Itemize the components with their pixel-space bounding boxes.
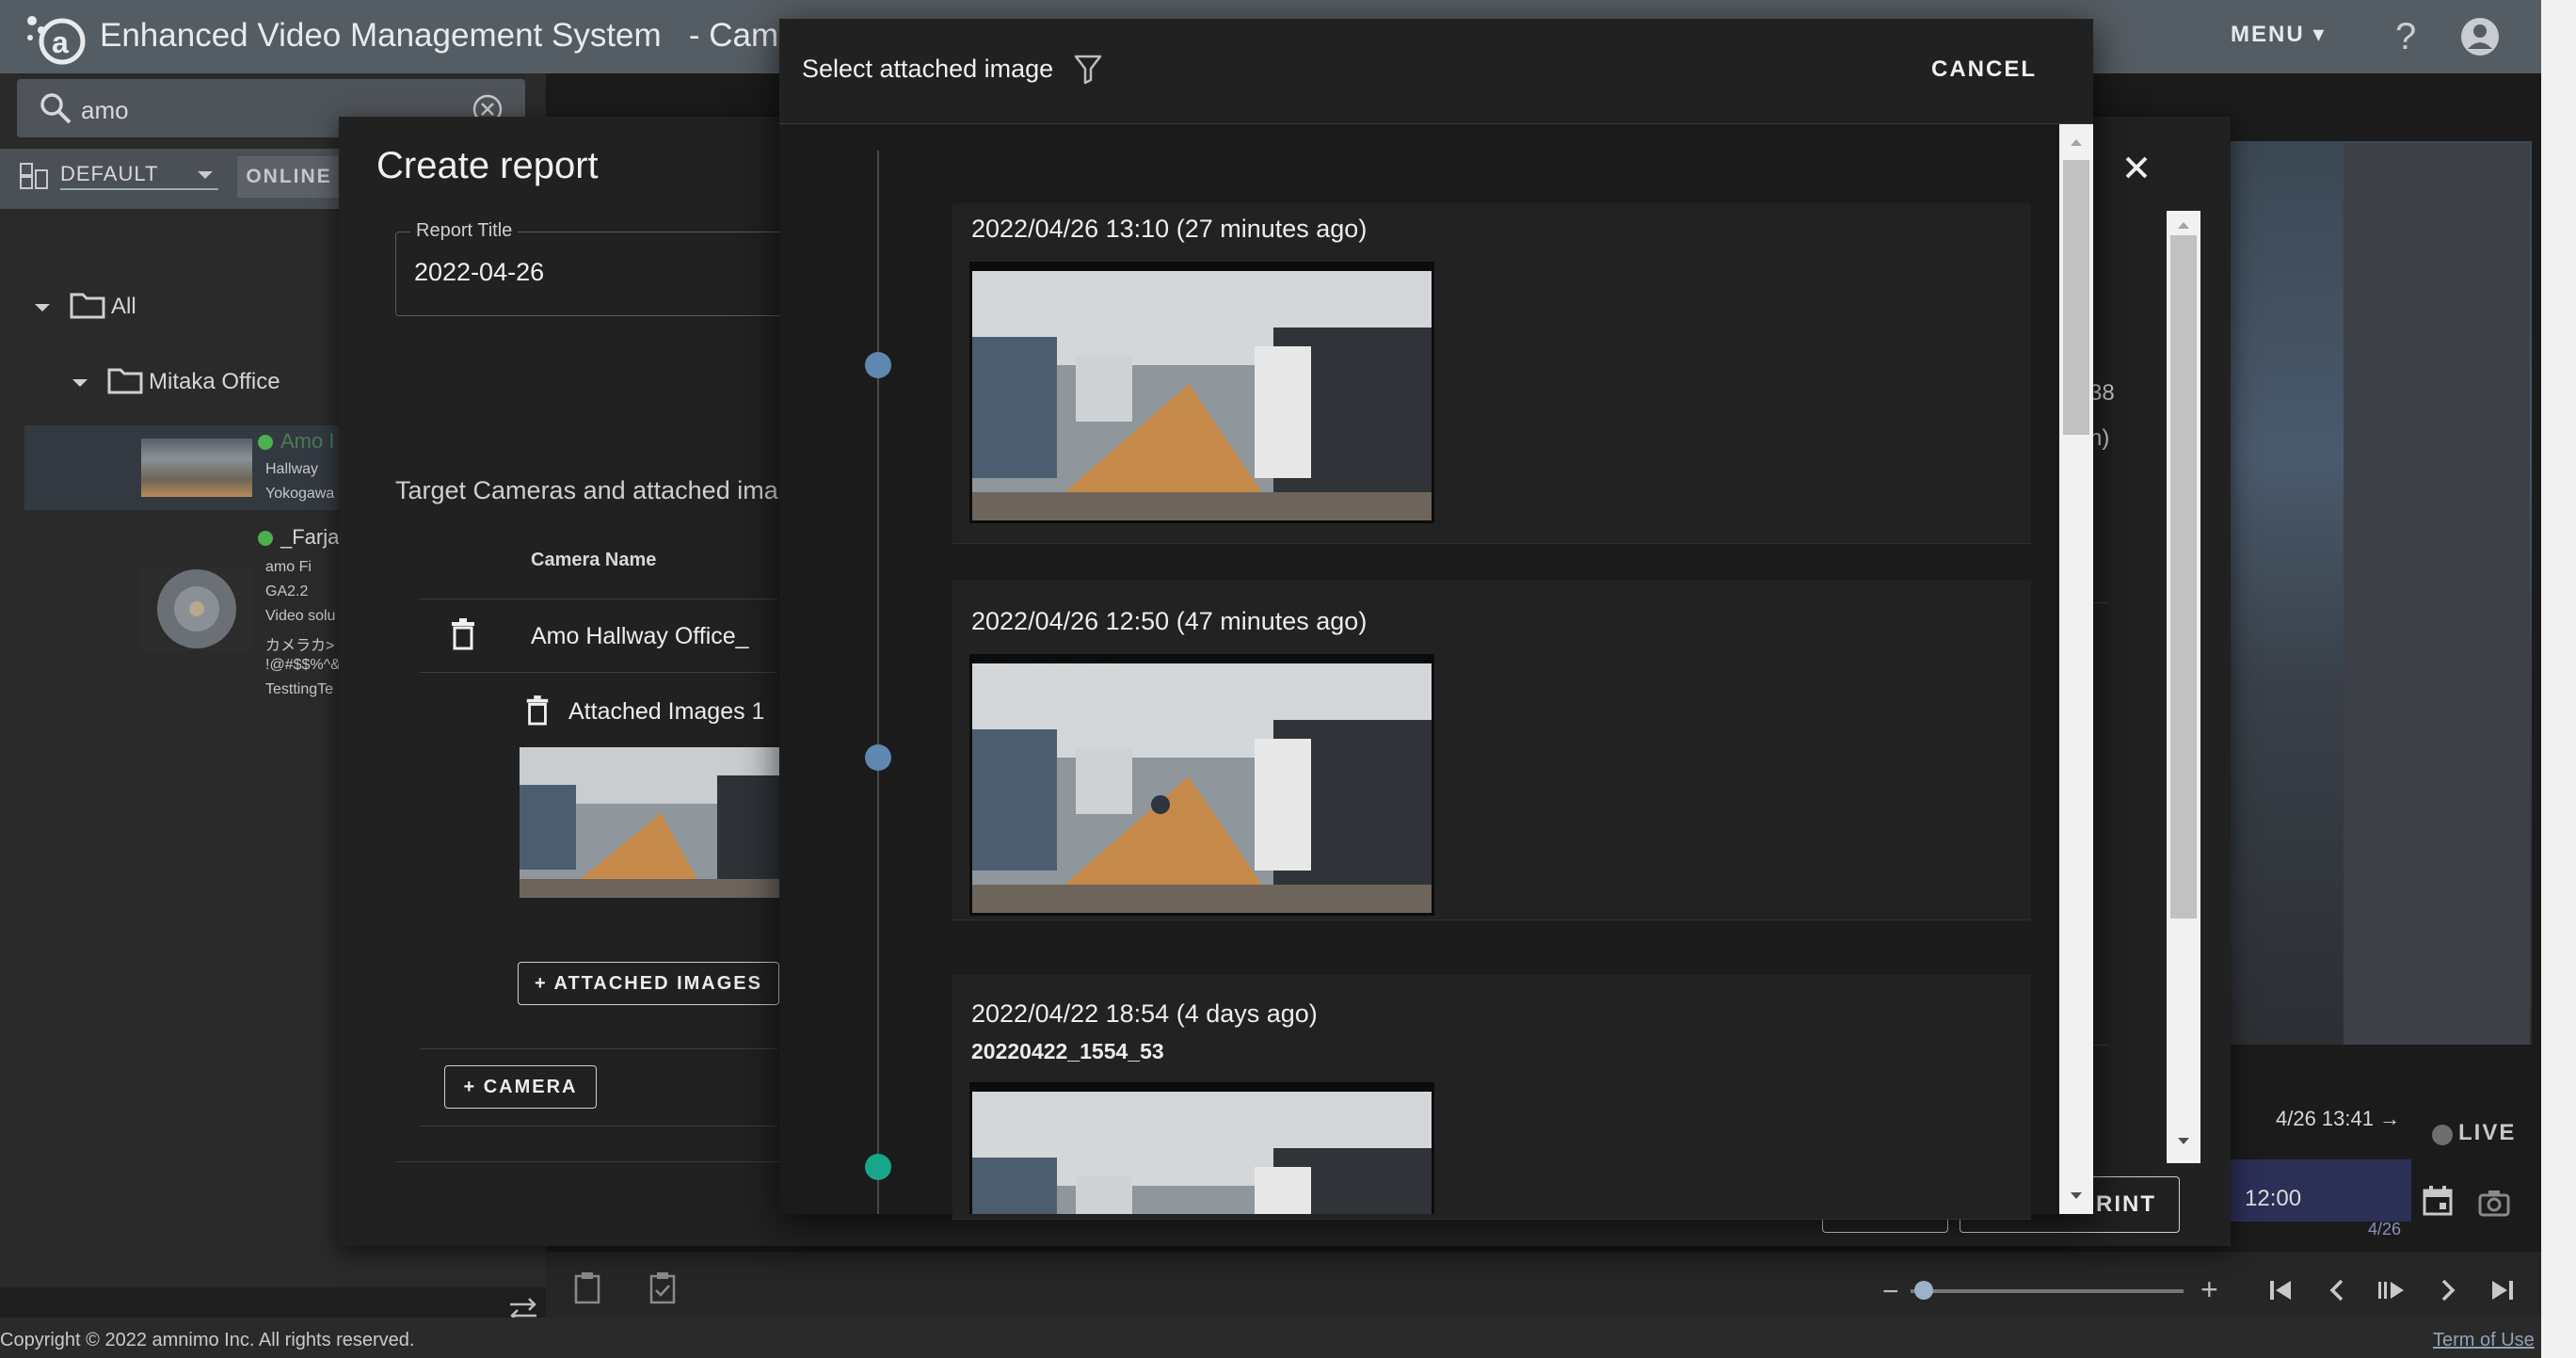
target-camera-name: Amo Hallway Office_: [531, 623, 749, 649]
zoom-in-button[interactable]: +: [2200, 1272, 2218, 1307]
office-camera-image: [972, 663, 1432, 913]
camera-name: Amo I: [280, 429, 335, 453]
online-status-dot: [258, 531, 273, 546]
timeline-bar[interactable]: [2200, 1159, 2411, 1222]
scroll-up-arrow-icon[interactable]: [2067, 136, 2086, 149]
snapshot-camera-icon[interactable]: [2477, 1188, 2511, 1218]
entry-image[interactable]: [969, 1082, 1434, 1214]
report-panel-title: Create report: [376, 145, 599, 186]
scroll-up-arrow-icon[interactable]: [2174, 218, 2193, 232]
timeline-dot: [865, 352, 891, 378]
entry-image-name: 20220422_1554_53: [971, 1039, 1164, 1063]
menu-button[interactable]: MENU ▾: [2231, 21, 2326, 48]
zoom-slider-track[interactable]: [1911, 1289, 2184, 1293]
clipboard-icon[interactable]: [570, 1270, 604, 1306]
search-input[interactable]: amo: [81, 96, 129, 125]
camera-name-column-header: Camera Name: [531, 550, 657, 570]
delete-camera-icon[interactable]: [448, 617, 478, 651]
add-attached-images-button[interactable]: + ATTACHED IMAGES: [518, 962, 779, 1005]
camera-meta: カメラカ>: [265, 638, 335, 654]
fisheye-camera-image: [157, 569, 236, 648]
camera-meta: GA2.2: [265, 583, 309, 599]
report-title-input[interactable]: 2022-04-26: [414, 258, 544, 287]
report-scrollbar-thumb[interactable]: [2170, 235, 2197, 919]
search-icon: [40, 93, 72, 124]
player-toolbar: [546, 1252, 2541, 1318]
folder-icon: [107, 368, 143, 394]
live-button[interactable]: LIVE: [2428, 1120, 2516, 1146]
chevron-left-icon[interactable]: [2321, 1274, 2353, 1306]
scroll-down-arrow-icon[interactable]: [2174, 1135, 2193, 1148]
office-camera-image: [972, 1092, 1432, 1214]
report-info-text: 38: [2089, 380, 2115, 406]
entry-timestamp: 2022/04/22 18:54 (4 days ago): [971, 999, 1318, 1028]
page-scrollbar[interactable]: [2541, 0, 2576, 1358]
divider: [395, 1161, 781, 1162]
camera-thumbnail[interactable]: [141, 567, 252, 651]
report-title-label: Report Title: [410, 220, 519, 242]
zoom-out-button[interactable]: −: [1882, 1276, 1899, 1308]
add-camera-button[interactable]: + CAMERA: [444, 1065, 597, 1109]
camera-meta: Video solu: [265, 608, 336, 624]
cancel-button[interactable]: CANCEL: [1931, 56, 2037, 83]
tree-expand-icon[interactable]: [70, 373, 90, 393]
camera-meta: !@#$$%^&: [265, 657, 341, 673]
timeline-date-label: 4/26: [2368, 1220, 2402, 1238]
tree-item-mitaka-office[interactable]: Mitaka Office: [149, 369, 280, 395]
tree-item-all[interactable]: All: [111, 294, 136, 320]
timeline-line: [877, 151, 879, 1214]
camera-meta: amo Fi: [265, 559, 312, 575]
online-status-dot: [258, 435, 273, 450]
layout-icon: [20, 163, 48, 189]
attached-image-thumbnail: [520, 747, 802, 898]
folder-icon: [70, 293, 105, 319]
camera-thumbnail: [141, 439, 252, 497]
skip-next-icon[interactable]: [2487, 1274, 2519, 1306]
timeline-dot: [865, 744, 891, 771]
help-icon[interactable]: ?: [2386, 15, 2427, 56]
svg-text:a: a: [52, 25, 69, 59]
timeline-dot-active: [865, 1154, 891, 1180]
clipboard-check-icon[interactable]: [646, 1270, 680, 1306]
camera-meta: Yokogawa: [265, 486, 335, 502]
filter-icon[interactable]: [1073, 53, 1103, 85]
amnimo-logo-icon: a: [27, 16, 86, 65]
zoom-slider-handle[interactable]: [1914, 1281, 1933, 1300]
dialog-scrollbar-thumb[interactable]: [2063, 160, 2089, 435]
camera-name[interactable]: _Farja: [280, 525, 339, 550]
entry-timestamp: 2022/04/26 13:10 (27 minutes ago): [971, 215, 1368, 243]
app-title: Enhanced Video Management System - Camer…: [100, 17, 826, 54]
scroll-down-arrow-icon[interactable]: [2067, 1190, 2086, 1203]
office-camera-image: [972, 271, 1432, 520]
camera-meta: Hallway: [265, 461, 319, 477]
attached-images-label: Attached Images 1: [568, 698, 765, 725]
play-pause-icon[interactable]: [2376, 1274, 2408, 1306]
camera-meta: TesttingTe: [265, 681, 334, 697]
online-filter-button[interactable]: ONLINE: [237, 156, 341, 198]
entry-image[interactable]: [969, 262, 1434, 523]
image-timestamp-overlay: 2022-04-26 12:45:22: [976, 654, 1116, 668]
svg-text:?: ?: [2395, 16, 2416, 56]
delete-attachment-icon[interactable]: [523, 695, 552, 727]
close-icon[interactable]: [2120, 151, 2153, 184]
copyright-text: Copyright © 2022 amnimo Inc. All rights …: [0, 1330, 415, 1350]
divider: [420, 1048, 777, 1049]
entry-image[interactable]: 2022-04-26 12:45:22: [969, 654, 1434, 916]
skip-previous-icon[interactable]: [2264, 1274, 2296, 1306]
terms-of-use-link[interactable]: Term of Use: [2433, 1330, 2535, 1351]
entry-timestamp: 2022/04/26 12:50 (47 minutes ago): [971, 607, 1368, 635]
dialog-title: Select attached image: [802, 55, 1054, 83]
account-icon[interactable]: [2458, 15, 2502, 58]
tree-expand-icon[interactable]: [32, 297, 53, 318]
calendar-icon[interactable]: [2421, 1184, 2455, 1218]
timeline-time-label: 12:00: [2245, 1186, 2302, 1211]
time-readout: 4/26 13:41 →: [2276, 1107, 2401, 1130]
target-cameras-heading: Target Cameras and attached ima: [395, 476, 778, 504]
video-frame-panel: [2344, 143, 2530, 1045]
chevron-down-icon: [198, 171, 213, 179]
chevron-right-icon[interactable]: [2432, 1274, 2464, 1306]
divider: [420, 672, 777, 673]
